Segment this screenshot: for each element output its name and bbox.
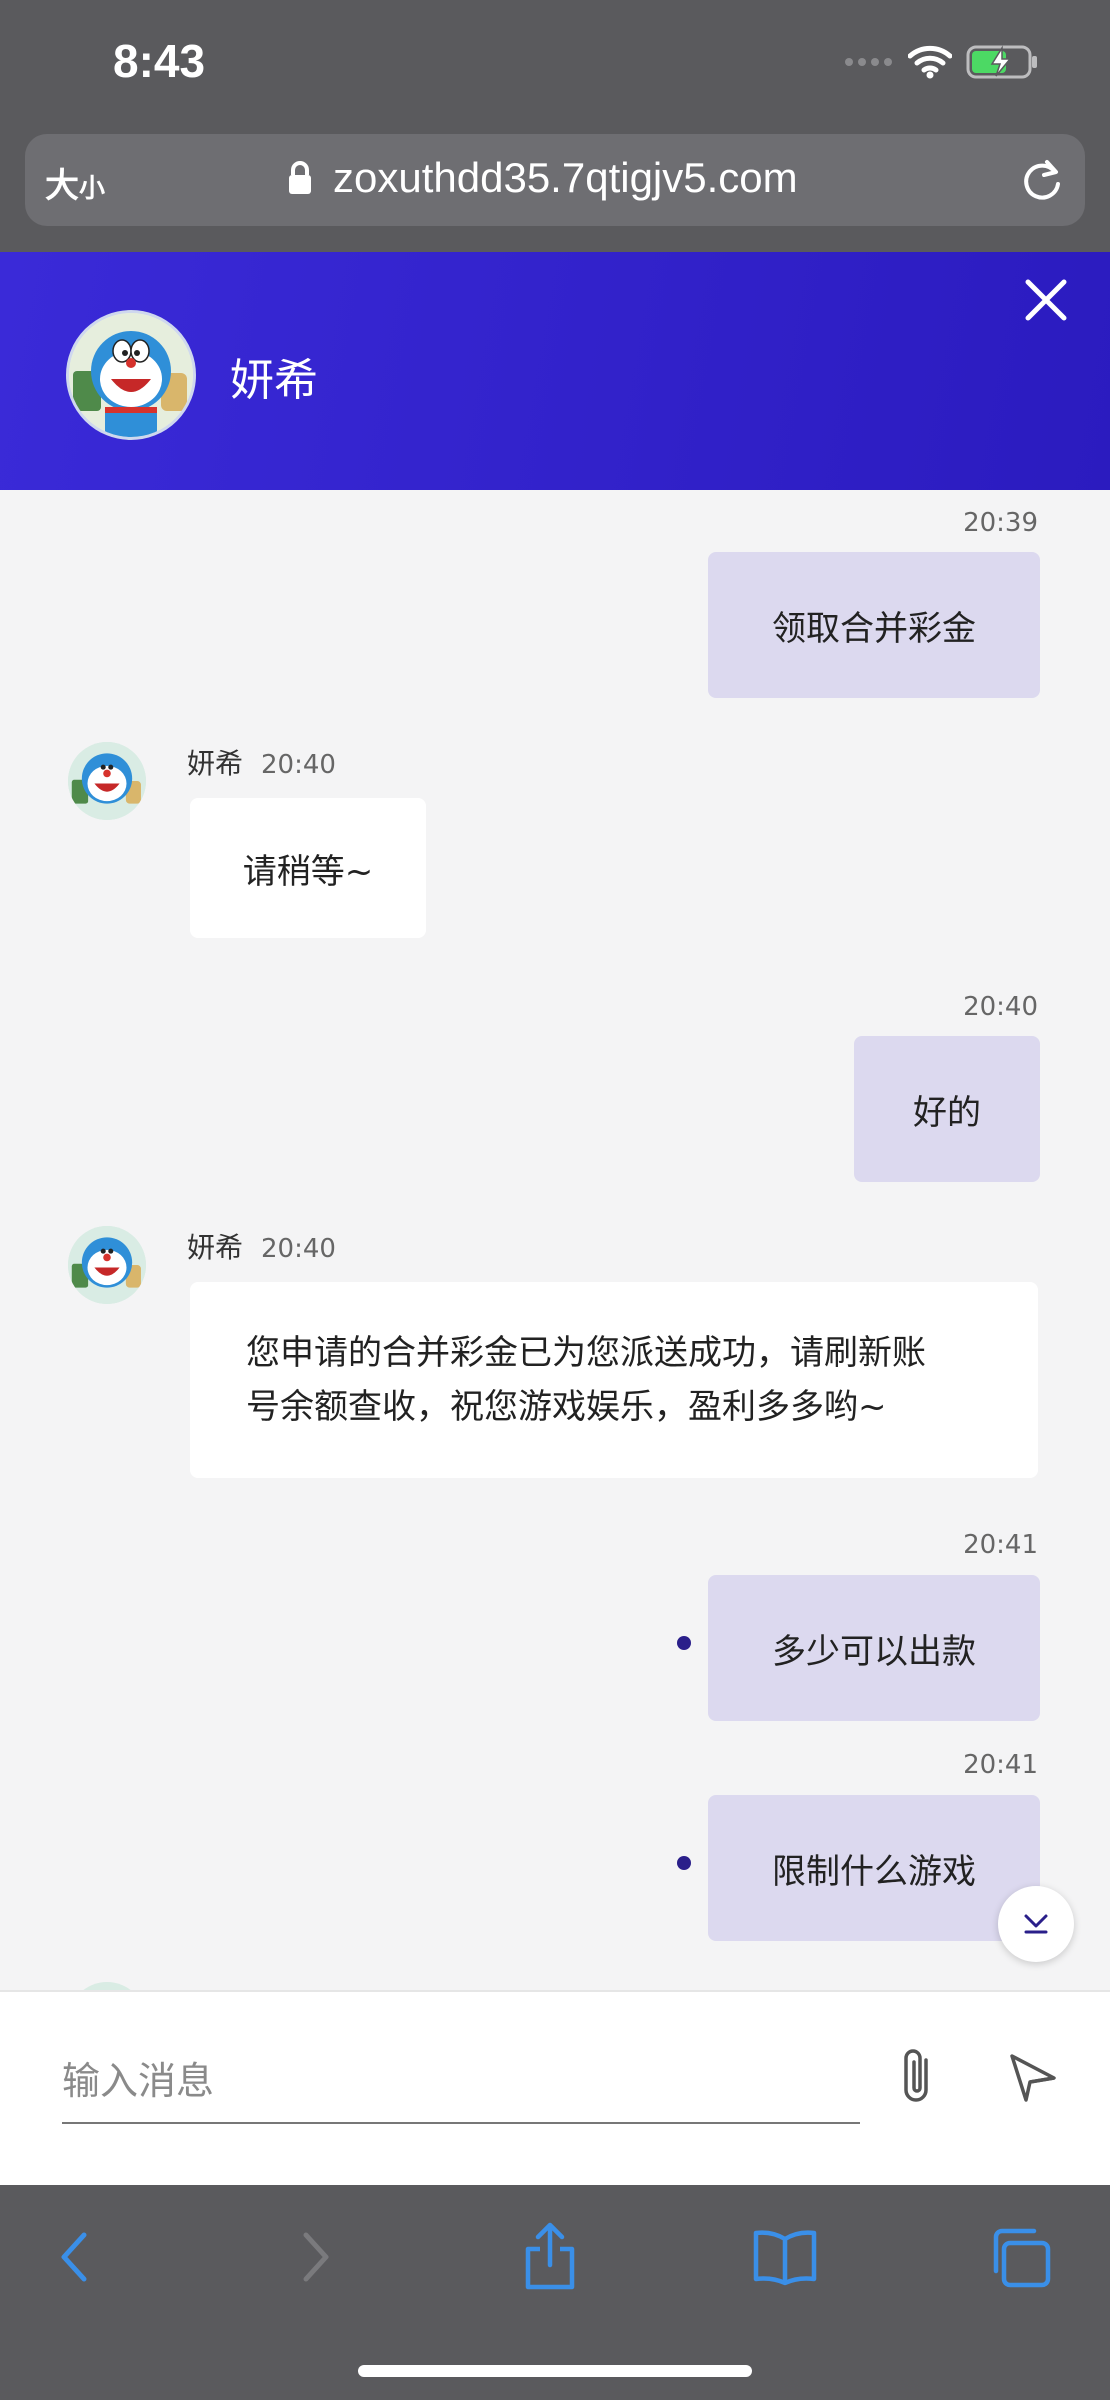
tabs-icon[interactable] [990,2227,1052,2289]
message-composer [0,1990,1110,2187]
message-list[interactable]: 20:39 领取合并彩金 妍希 20:40 请稍等~ 20:40 好的 妍希 2… [0,490,1110,1990]
lock-icon [289,161,311,194]
message-text: 限制什么游戏 [772,1851,976,1892]
status-time: 8:43 [113,35,206,87]
battery-icon [966,45,1037,79]
sender-name: 妍希 [187,747,244,780]
text-size-big: 大 [45,167,79,205]
doraemon-avatar-icon [69,313,193,437]
message-text: 请稍等~ [242,851,374,892]
share-icon[interactable] [520,2221,580,2291]
forward-icon[interactable] [296,2227,336,2287]
status-bar: 8:43 [0,0,1110,120]
back-icon[interactable] [54,2227,94,2287]
chat-header: 妍希 [0,252,1110,490]
outgoing-message: 好的 [854,1036,1040,1182]
text-size-small: 小 [79,173,106,203]
message-text: 领取合并彩金 [772,608,976,649]
send-icon[interactable] [1004,2048,1060,2104]
outgoing-message: 限制什么游戏 [708,1795,1040,1941]
chevron-down-icon [1024,1914,1048,1934]
status-icons [844,42,1040,82]
doraemon-avatar-icon [68,1226,146,1304]
scroll-to-bottom-button[interactable] [998,1886,1074,1962]
signal-icon [845,58,892,66]
message-meta: 妍希 20:40 [187,1226,336,1266]
outgoing-message: 领取合并彩金 [708,552,1040,698]
message-text: 多少可以出款 [772,1631,976,1672]
agent-avatar [66,310,196,440]
message-time: 20:40 [261,750,336,780]
message-meta: 妍希 20:40 [187,742,336,782]
message-text: 好的 [913,1092,981,1133]
message-time: 20:40 [963,992,1038,1022]
agent-avatar-small [68,742,146,820]
paperclip-icon[interactable] [892,2044,944,2108]
text-size-button[interactable]: 大小 [45,158,105,207]
message-text-line: 号余额查收，祝您游戏娱乐，盈利多多哟~ [246,1387,887,1427]
incoming-message: 您申请的合并彩金已为您派送成功，请刷新账 号余额查收，祝您游戏娱乐，盈利多多哟~ [190,1282,1038,1478]
home-indicator[interactable] [358,2365,752,2377]
agent-name: 妍希 [230,355,318,406]
incoming-message: 请稍等~ [190,798,426,938]
wifi-icon [908,45,952,79]
message-time: 20:39 [963,508,1038,538]
agent-avatar-small [68,1226,146,1304]
reload-icon[interactable] [1019,156,1065,202]
message-time: 20:41 [963,1750,1038,1780]
browser-toolbar: 大小 zoxuthdd35.7qtigjv5.com [0,120,1110,252]
outgoing-message: 多少可以出款 [708,1575,1040,1721]
sender-name: 妍希 [187,1231,244,1264]
unread-indicator [677,1636,691,1650]
close-icon[interactable] [1022,276,1070,324]
message-time: 20:40 [261,1234,336,1264]
url-text: zoxuthdd35.7qtigjv5.com [333,154,798,201]
address-bar[interactable]: 大小 zoxuthdd35.7qtigjv5.com [25,134,1085,226]
message-input[interactable] [62,2040,860,2124]
message-text-line: 您申请的合并彩金已为您派送成功，请刷新账 [246,1333,926,1373]
doraemon-avatar-icon [68,742,146,820]
message-time: 20:41 [963,1530,1038,1560]
unread-indicator [677,1856,691,1870]
agent-avatar-small [68,1982,146,1990]
bookmarks-icon[interactable] [752,2227,818,2287]
